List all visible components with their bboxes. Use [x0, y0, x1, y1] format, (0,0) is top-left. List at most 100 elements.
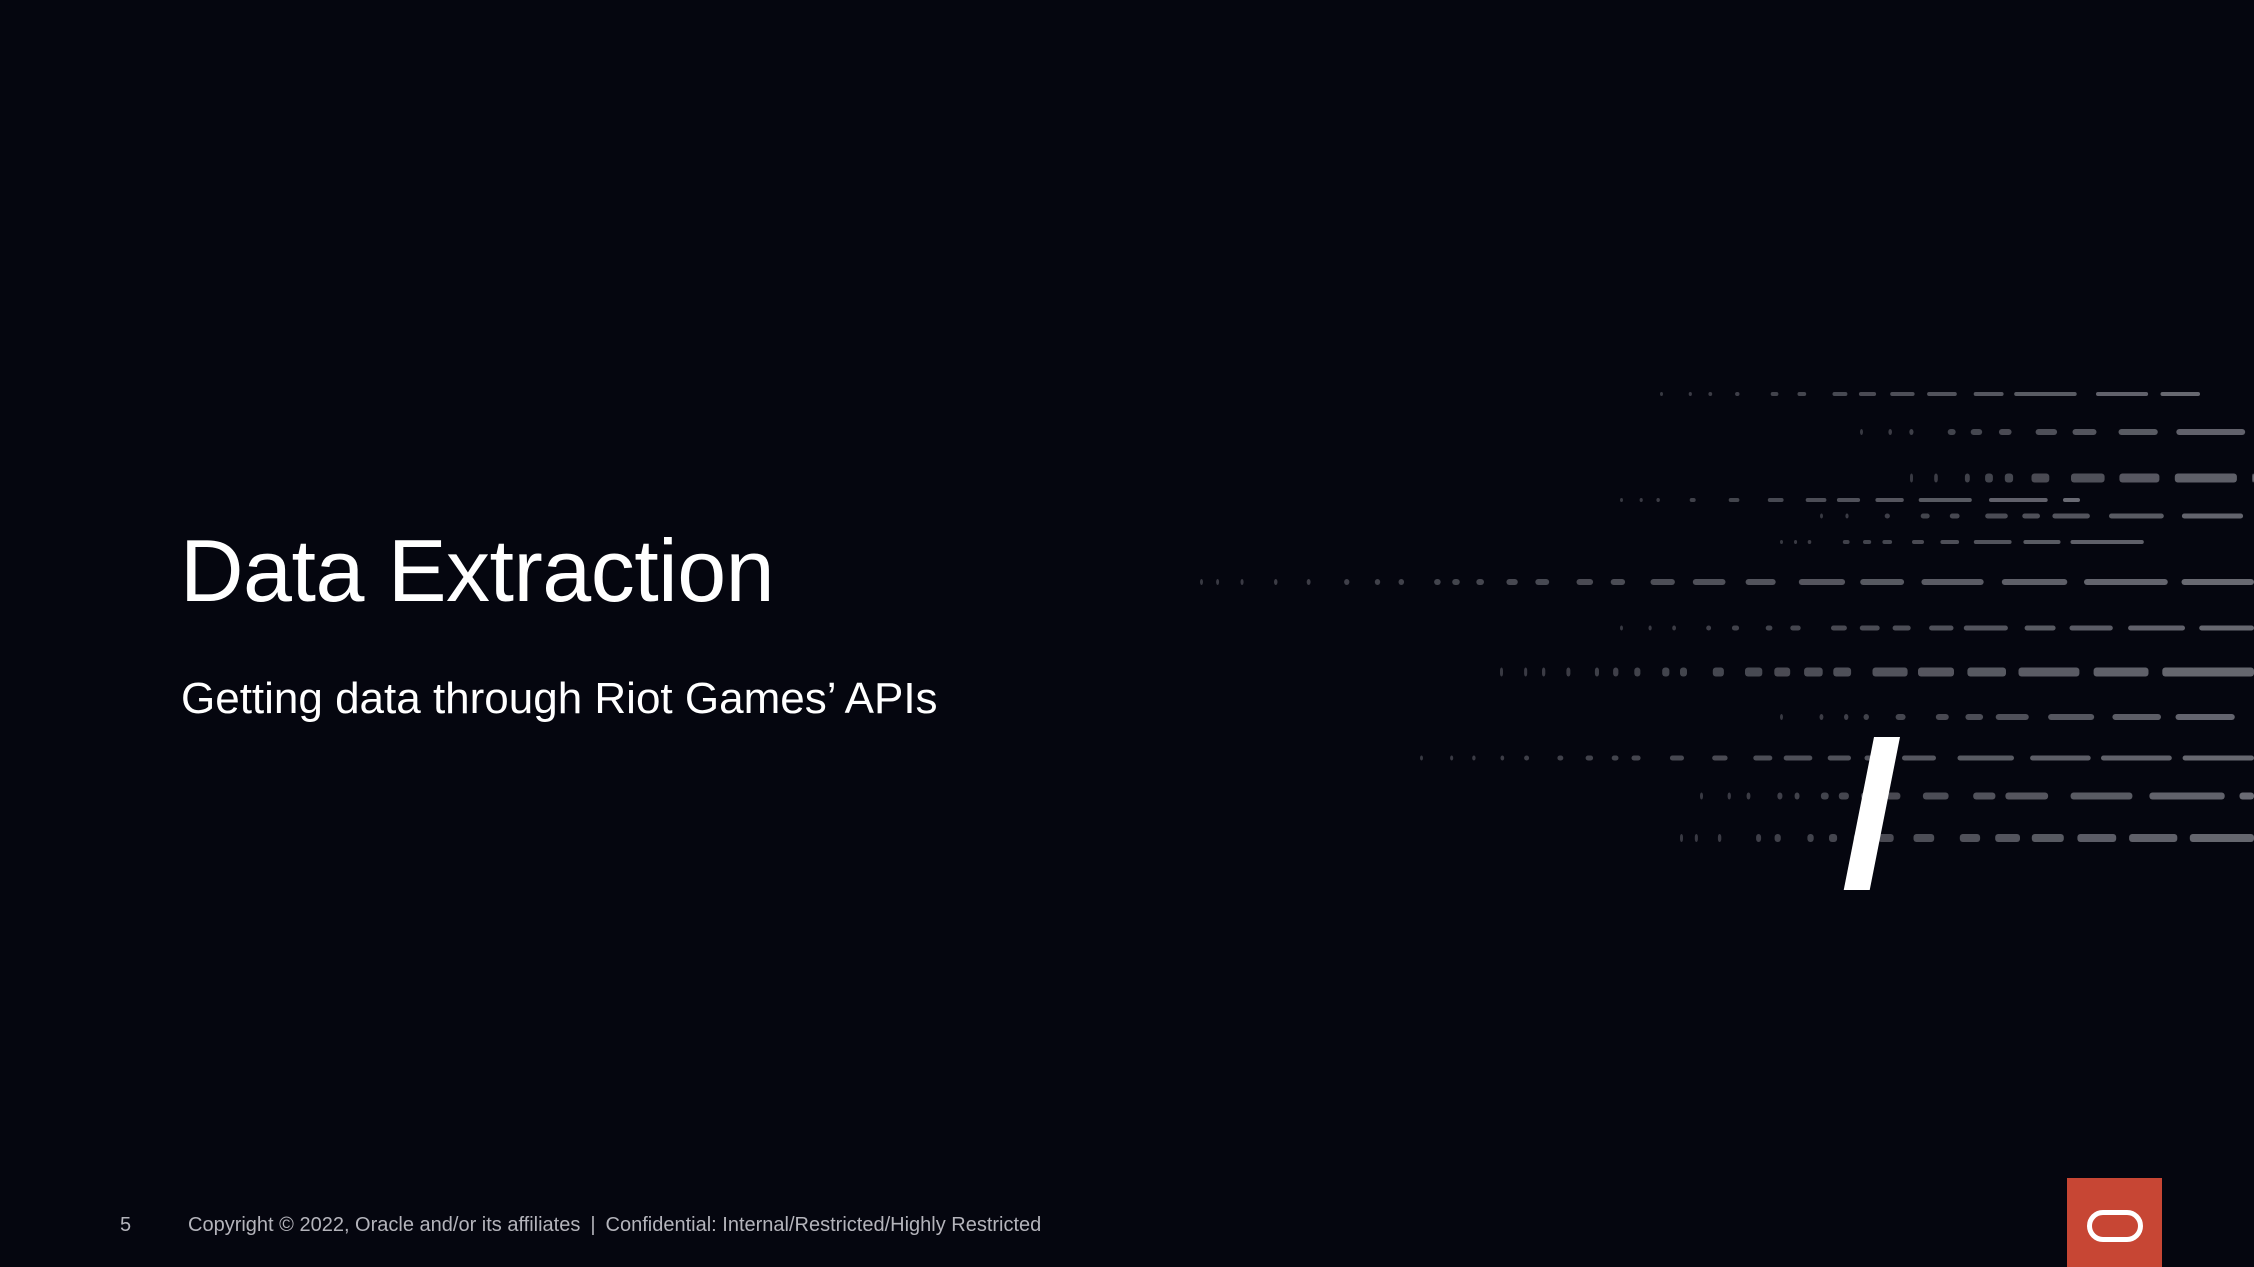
dash-segment — [1689, 498, 1696, 502]
dash-segment — [1819, 714, 1824, 720]
dash-segment — [1783, 755, 1813, 761]
dash-segment — [2160, 392, 2200, 396]
dash-segment — [1831, 625, 1847, 631]
dash-segment — [1859, 625, 1880, 631]
dash-segment — [2118, 429, 2158, 435]
dash-segment — [1680, 667, 1687, 677]
dash-segment — [1833, 667, 1852, 677]
dash-segment — [1780, 714, 1783, 720]
dash-segment — [1892, 625, 1911, 631]
dash-segment — [1735, 392, 1740, 396]
dash-segment — [1827, 755, 1851, 761]
dash-segment — [1918, 498, 1972, 502]
dash-segment — [1420, 755, 1423, 761]
dash-segment — [1660, 392, 1663, 396]
dash-segment — [1858, 392, 1877, 396]
dash-segment — [1967, 667, 2006, 677]
dash-segment — [2018, 667, 2080, 677]
slash-dash-decoration — [1200, 392, 2254, 890]
dash-segment — [1890, 392, 1915, 396]
dash-segment — [2023, 540, 2061, 544]
dash-segment — [1745, 579, 1776, 585]
dash-segment — [2175, 714, 2235, 720]
dash-segment — [1648, 625, 1652, 631]
dash-segment — [2181, 579, 2254, 585]
dash-segment — [1973, 792, 1996, 800]
dash-segment — [1717, 834, 1722, 842]
dash-segment — [1921, 579, 1984, 585]
dash-segment — [2119, 473, 2160, 483]
dash-segment — [1585, 755, 1594, 761]
dash-segment — [1712, 755, 1728, 761]
dash-segment — [1970, 429, 1983, 435]
dash-segment — [1832, 392, 1848, 396]
dash-segment — [1777, 792, 1783, 800]
dash-segment — [1708, 392, 1713, 396]
dash-segment — [1965, 714, 1984, 720]
dash-segment — [1672, 625, 1676, 631]
dash-segment — [2063, 498, 2080, 502]
dash-segment — [1909, 429, 1914, 435]
dash-segment — [1798, 579, 1846, 585]
dash-segment — [1476, 579, 1484, 585]
dash-segment — [1805, 498, 1827, 502]
dash-segment — [1542, 667, 1546, 677]
dash-segment — [1200, 579, 1203, 585]
dash-segment — [1959, 834, 1981, 842]
dash-segment — [1680, 834, 1683, 842]
dash-segment — [1650, 579, 1675, 585]
dash-segment — [1688, 392, 1692, 396]
dash-segment — [1863, 540, 1872, 544]
dash-segment — [1842, 540, 1850, 544]
dash-segment — [1989, 498, 2048, 502]
dash-segment — [1922, 792, 1949, 800]
dash-segment — [1434, 579, 1441, 585]
dash-segment — [2096, 392, 2149, 396]
dash-segment — [1767, 498, 1784, 502]
dash-segment — [2182, 755, 2254, 761]
dash-segment — [1634, 667, 1641, 677]
dash-segment — [2071, 473, 2105, 483]
dash-segment — [1957, 755, 2014, 761]
dash-segment — [1963, 625, 2008, 631]
dash-segment — [2022, 513, 2040, 519]
dash-segment — [1746, 792, 1751, 800]
slide-subtitle: Getting data through Riot Games’ APIs — [181, 674, 938, 723]
dash-segment — [2030, 755, 2091, 761]
dash-segment — [1756, 834, 1762, 842]
dash-segment — [1610, 579, 1626, 585]
dash-segment — [1895, 714, 1906, 720]
copyright-text: Copyright © 2022, Oracle and/or its affi… — [188, 1214, 581, 1236]
dash-segment — [2077, 834, 2117, 842]
dash-segment — [1995, 834, 2020, 842]
dash-segment — [1274, 579, 1278, 585]
dash-segment — [1863, 714, 1869, 720]
dash-segment — [2093, 667, 2149, 677]
dash-segment — [2052, 513, 2090, 519]
dash-segment — [1774, 834, 1781, 842]
oracle-ring-icon — [2087, 1210, 2143, 1242]
dash-segment — [1902, 755, 1936, 761]
dash-segment — [1807, 834, 1814, 842]
dash-segment — [1884, 513, 1890, 519]
dash-segment — [1452, 579, 1460, 585]
dash-segment — [1888, 429, 1892, 435]
dash-segment — [1306, 579, 1311, 585]
dash-segment — [1934, 473, 1938, 483]
dash-segment — [1875, 498, 1904, 502]
dash-segment — [1745, 667, 1763, 677]
dash-segment — [1706, 625, 1712, 631]
dash-segment — [1804, 667, 1823, 677]
dash-segment — [1631, 755, 1641, 761]
dash-segment — [1794, 792, 1800, 800]
dash-segment — [1913, 834, 1935, 842]
dash-segment — [1506, 579, 1518, 585]
dash-segment — [2112, 714, 2161, 720]
dash-segment — [2069, 625, 2113, 631]
dash-segment — [1790, 625, 1801, 631]
dash-segment — [1836, 498, 1861, 502]
dash-segment — [1973, 392, 2004, 396]
dash-segment — [1669, 755, 1684, 761]
dash-segment — [1700, 792, 1703, 800]
dash-segment — [2129, 834, 2178, 842]
